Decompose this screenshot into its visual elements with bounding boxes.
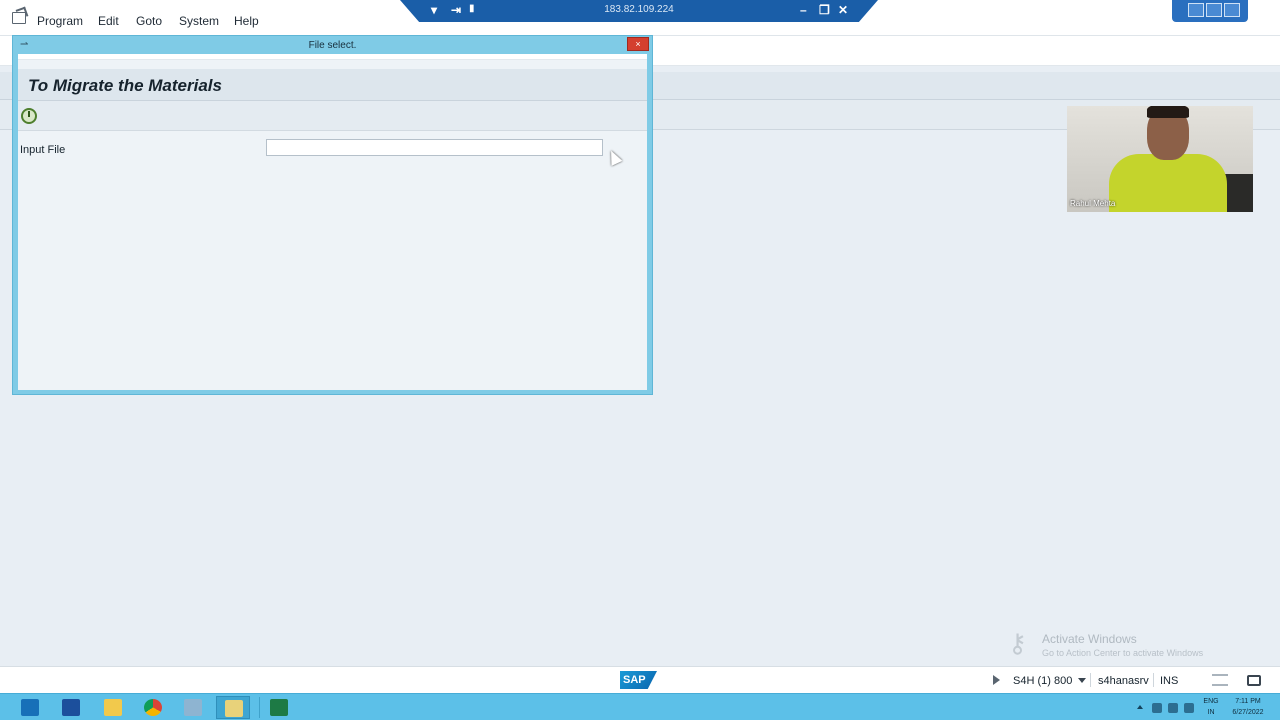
status-dropdown-icon[interactable] bbox=[1078, 678, 1086, 683]
clock-time[interactable]: 7:11 PM bbox=[1225, 698, 1271, 705]
program-title-area: To Migrate the Materials bbox=[18, 69, 647, 101]
dialog-close-button[interactable]: × bbox=[627, 37, 649, 51]
windows-taskbar: ENG IN 7:11 PM 6/27/2022 bbox=[0, 693, 1280, 720]
status-resize-icon bbox=[1212, 674, 1228, 686]
dialog-top-strip bbox=[18, 54, 647, 60]
sap-logo: SAP bbox=[620, 671, 657, 689]
task-manager-icon[interactable] bbox=[176, 696, 210, 719]
tray-overflow-icon[interactable] bbox=[1137, 705, 1143, 709]
server-manager-icon[interactable] bbox=[13, 696, 47, 719]
menu-help[interactable]: Help bbox=[234, 14, 259, 28]
action-center-icon[interactable] bbox=[1168, 703, 1178, 713]
host-minimize-icon[interactable] bbox=[1188, 3, 1204, 17]
input-file-field[interactable] bbox=[266, 139, 603, 156]
dialog-title: File select. bbox=[308, 40, 357, 51]
execute-clock-icon[interactable] bbox=[21, 108, 37, 124]
watermark-subtitle: Go to Action Center to activate Windows bbox=[1042, 648, 1204, 658]
clock-date[interactable]: 6/27/2022 bbox=[1225, 709, 1271, 716]
sap-logon-icon[interactable] bbox=[216, 696, 250, 719]
program-toolbar bbox=[18, 101, 647, 131]
status-system: S4H (1) 800 bbox=[1013, 675, 1073, 687]
sap-gui-menu-icon[interactable] bbox=[12, 12, 26, 24]
file-explorer-icon[interactable] bbox=[96, 696, 130, 719]
key-icon: ⚷ bbox=[1008, 628, 1028, 658]
language-region[interactable]: IN bbox=[1200, 709, 1222, 716]
minimize-icon[interactable]: – bbox=[800, 3, 807, 17]
powershell-icon[interactable] bbox=[54, 696, 88, 719]
host-window-controls bbox=[1172, 0, 1248, 22]
rdp-connection-bar: ▾ ⇥ ▮ 183.82.109.224 – ❐ ✕ bbox=[400, 0, 878, 22]
webcam-overlay: Rahul Mehta bbox=[1067, 106, 1253, 212]
program-title: To Migrate the Materials bbox=[28, 76, 222, 95]
dialog-content: To Migrate the Materials Input File bbox=[18, 54, 647, 390]
dialog-title-bar[interactable]: ⇀ File select. × bbox=[13, 36, 652, 54]
menu-goto[interactable]: Goto bbox=[136, 14, 162, 28]
menu-edit[interactable]: Edit bbox=[98, 14, 119, 28]
presenter-name: Rahul Mehta bbox=[1070, 199, 1116, 208]
close-icon[interactable]: ✕ bbox=[838, 3, 848, 17]
volume-icon[interactable] bbox=[1184, 703, 1194, 713]
status-expand-icon[interactable] bbox=[993, 675, 1000, 685]
chrome-icon[interactable] bbox=[136, 696, 170, 719]
network-icon[interactable] bbox=[1152, 703, 1162, 713]
host-restore-icon[interactable] bbox=[1206, 3, 1222, 17]
file-select-dialog: ⇀ File select. × To Migrate the Material… bbox=[12, 35, 653, 395]
status-mode: INS bbox=[1160, 675, 1179, 687]
host-close-icon[interactable] bbox=[1224, 3, 1240, 17]
restore-icon[interactable]: ❐ bbox=[819, 3, 830, 17]
menu-program[interactable]: Program bbox=[37, 14, 83, 28]
lock-icon bbox=[1247, 675, 1261, 686]
watermark-title: Activate Windows bbox=[1042, 632, 1137, 646]
input-file-label: Input File bbox=[20, 144, 66, 156]
excel-icon[interactable] bbox=[262, 696, 296, 719]
status-server: s4hanasrv bbox=[1098, 675, 1149, 687]
sap-status-bar: SAP S4H (1) 800 s4hanasrv INS bbox=[0, 666, 1280, 693]
language-code[interactable]: ENG bbox=[1200, 698, 1222, 705]
menu-system[interactable]: System bbox=[179, 14, 219, 28]
